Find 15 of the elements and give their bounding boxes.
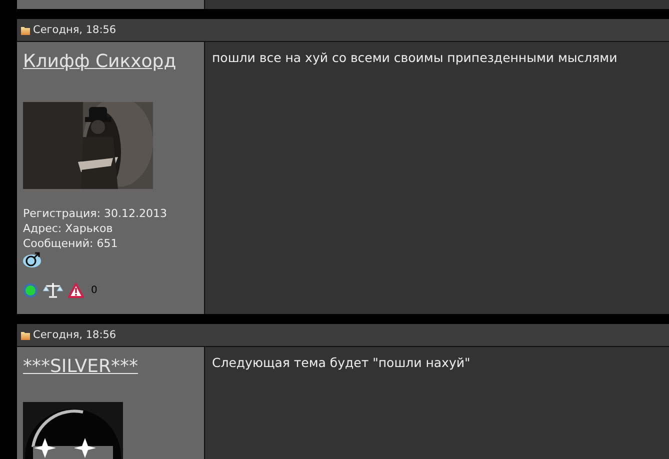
- post-date: Сегодня, 18:56: [33, 24, 116, 36]
- post-date: Сегодня, 18:56: [33, 329, 116, 341]
- scales-icon[interactable]: [43, 282, 63, 298]
- username-link[interactable]: ***SILVER***: [23, 356, 138, 378]
- post-message: пошли все на хуй со всеми своимы припезденными мыслями: [212, 50, 618, 65]
- folder-icon: [21, 26, 30, 34]
- post-message: Следующая тема будет "пошли нахуй": [212, 355, 472, 370]
- user-info: Сообщений: 651: [23, 236, 119, 251]
- user-info: Регистрация: 30.12.2013: [23, 206, 167, 221]
- username-link[interactable]: Клифф Сикхорд: [23, 51, 176, 73]
- folder-icon: [21, 330, 30, 340]
- warning-icon[interactable]: [68, 282, 84, 298]
- user-info: Адрес: Харьков: [23, 221, 114, 236]
- status-dot-icon[interactable]: [23, 282, 38, 298]
- warning-count: 0: [91, 284, 98, 296]
